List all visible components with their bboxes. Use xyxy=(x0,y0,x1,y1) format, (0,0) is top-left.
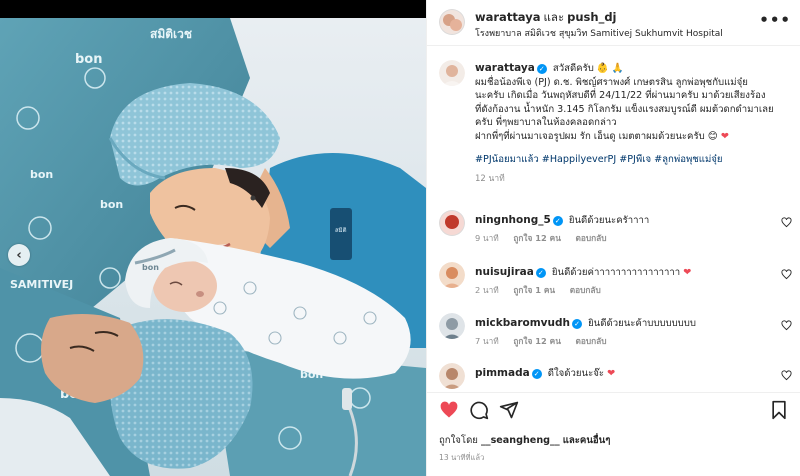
verified-badge-icon: ✓ xyxy=(531,369,542,379)
heart-outline-icon[interactable] xyxy=(781,370,792,381)
heart-outline-icon[interactable] xyxy=(781,217,792,228)
bookmark-icon[interactable] xyxy=(769,400,789,420)
comment-item: mickbaromvudh ✓ ยินดีด้วยนะค้าบบบบบบบบ 7 … xyxy=(439,313,799,353)
svg-text:bon: bon xyxy=(100,198,123,211)
comment-text: ยินดีด้วยค่าาาาาาาาาาาาาาาา xyxy=(551,267,681,278)
svg-text:bon: bon xyxy=(75,52,103,67)
verified-badge-icon: ✓ xyxy=(552,216,563,226)
heart-emoji-icon: ❤ xyxy=(607,368,616,379)
verified-badge-icon: ✓ xyxy=(535,268,546,278)
comment-avatar[interactable] xyxy=(439,210,465,236)
likes-prefix: ถูกใจโดย xyxy=(439,435,478,446)
caption-line: ฝากพี่ๆที่ผ่านมาเจอรูปผม รัก เอ็นดู เมตต… xyxy=(475,130,718,142)
comment-reply-button[interactable]: ตอบกลับ xyxy=(576,233,607,243)
location-link[interactable]: โรงพยาบาล สมิติเวช สุขุมวิท Samitivej Su… xyxy=(475,26,723,40)
author-and: และ xyxy=(543,10,565,24)
comment-item: ningnhong_5 ✓ ยินดีด้วยนะครัาาาา 9 นาที ถ… xyxy=(439,210,799,250)
comment-time: 7 นาที xyxy=(475,336,499,346)
collab-avatar[interactable] xyxy=(439,9,465,35)
comment-text: ดีใจด้วยนะจ๊ะ xyxy=(547,368,605,379)
heart-emoji-icon: ❤ xyxy=(683,267,692,278)
newborn-photo: bon bon bon bon bon สมิติเวช SAMITIVEJ ส… xyxy=(0,18,426,476)
comment-username[interactable]: mickbaromvudh xyxy=(475,317,570,329)
comment-avatar[interactable] xyxy=(439,262,465,288)
comment-text: ยินดีด้วยนะค้าบบบบบบบบ xyxy=(588,318,696,329)
likes-others-link[interactable]: และคนอื่นๆ xyxy=(563,435,611,446)
caption-line: ที่ดังก้องาน น้ำหนัก 3.145 กิโลกรัม แข็ง… xyxy=(475,103,774,115)
comment-avatar[interactable] xyxy=(439,313,465,339)
comment-time: 9 นาที xyxy=(475,233,499,243)
post-authors: warattaya และ push_dj xyxy=(475,9,617,27)
svg-text:สมิติ: สมิติ xyxy=(335,227,347,234)
comment-likes[interactable]: ถูกใจ 12 คน xyxy=(513,336,561,346)
comment-likes[interactable]: ถูกใจ 1 คน xyxy=(513,285,555,295)
svg-text:bon: bon xyxy=(142,263,159,272)
more-horizontal-icon[interactable]: ••• xyxy=(759,11,791,29)
caption-hashtags[interactable]: #PJน้อยมาแล้ว #HappilyeverPJ #PJพีเจ #ลู… xyxy=(475,153,797,167)
comment-item: pimmada ✓ ดีใจด้วยนะจ๊ะ ❤ xyxy=(439,363,799,391)
comment-reply-button[interactable]: ตอบกลับ xyxy=(570,285,601,295)
post-header: warattaya และ push_dj โรงพยาบาล สมิติเวช ส… xyxy=(427,0,800,46)
heart-outline-icon[interactable] xyxy=(781,269,792,280)
likes-summary: ถูกใจโดย __seangheng__ และคนอื่นๆ xyxy=(439,433,610,448)
caption-avatar[interactable] xyxy=(439,60,465,86)
svg-text:bon: bon xyxy=(30,168,53,181)
share-icon[interactable] xyxy=(499,400,519,420)
caption-line: ผมชื่อน้องพีเจ (PJ) ด.ช. พิชญ์ศราพงศ์ เก… xyxy=(475,76,748,88)
action-bar xyxy=(427,392,800,430)
instagram-post: bon bon bon bon bon สมิติเวช SAMITIVEJ ส… xyxy=(0,0,800,476)
caption-time: 12 นาที xyxy=(475,173,505,184)
svg-text:SAMITIVEJ: SAMITIVEJ xyxy=(10,278,73,291)
likes-user-link[interactable]: __seangheng__ xyxy=(481,435,560,446)
chevron-left-icon: ‹ xyxy=(16,247,22,263)
coauthor-link[interactable]: push_dj xyxy=(567,10,616,24)
comment-item: nuisujiraa ✓ ยินดีด้วยค่าาาาาาาาาาาาาาาา … xyxy=(439,262,799,302)
heart-emoji-icon: ❤ xyxy=(720,130,729,142)
author-link[interactable]: warattaya xyxy=(475,10,540,24)
post-photo[interactable]: bon bon bon bon bon สมิติเวช SAMITIVEJ ส… xyxy=(0,0,426,476)
comment-avatar[interactable] xyxy=(439,363,465,389)
caption-greeting: สวัสดีครับ 👶 🙏 xyxy=(552,63,624,74)
previous-photo-button[interactable]: ‹ xyxy=(8,244,30,266)
verified-badge-icon: ✓ xyxy=(536,64,547,74)
comment-username[interactable]: ningnhong_5 xyxy=(475,214,551,226)
heart-filled-icon[interactable] xyxy=(439,400,459,420)
comment-username[interactable]: nuisujiraa xyxy=(475,266,534,278)
comment-username[interactable]: pimmada xyxy=(475,367,530,379)
svg-text:สมิติเวช: สมิติเวช xyxy=(150,27,192,41)
post-timestamp: 13 นาทีที่แล้ว xyxy=(439,453,485,462)
post-side-panel: warattaya และ push_dj โรงพยาบาล สมิติเวช ส… xyxy=(426,0,800,476)
comment-icon[interactable] xyxy=(469,400,489,420)
caption-line: นะครับ เกิดเมื่อ วันพฤหัสบดีที่ 24/11/22… xyxy=(475,90,766,101)
comment-time: 2 นาที xyxy=(475,285,499,295)
caption-username[interactable]: warattaya xyxy=(475,62,535,74)
caption-line: ครับ พี่ๆพยาบาลในห้องคลอดกล่าว xyxy=(475,117,617,128)
comment-reply-button[interactable]: ตอบกลับ xyxy=(576,336,607,346)
verified-badge-icon: ✓ xyxy=(572,319,582,329)
comment-text: ยินดีด้วยนะครัาาาา xyxy=(568,215,650,226)
heart-outline-icon[interactable] xyxy=(781,320,792,331)
comment-likes[interactable]: ถูกใจ 12 คน xyxy=(513,233,561,243)
